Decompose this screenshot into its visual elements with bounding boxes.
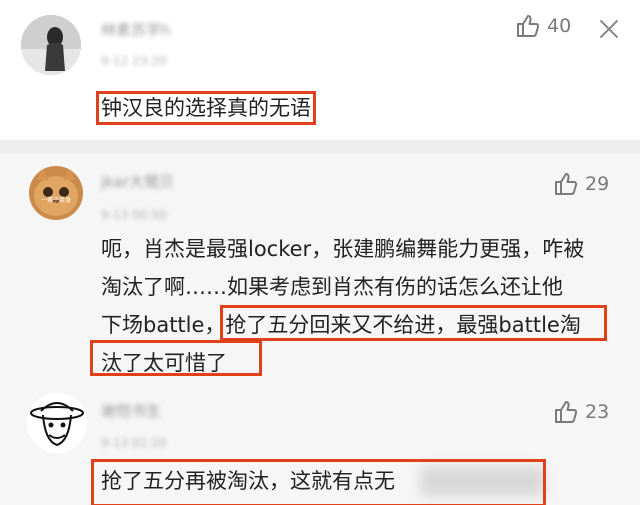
watermark-blur [420, 466, 545, 496]
like-button[interactable]: 29 [553, 171, 609, 197]
thumbs-up-icon [555, 401, 578, 423]
comment-item: 谢恺书生 9-13 01:20 23 抢了五分再被淘汰，这就有点无 [0, 384, 640, 505]
username[interactable]: 谢恺书生 [101, 400, 161, 421]
timestamp: 9-13 00:50 [101, 208, 167, 222]
text-line: 呃，肖杰是最强locker，张建鹏编舞能力更强，咋被 [101, 237, 585, 261]
divider [0, 140, 640, 154]
text-line: 汰了太可惜了 [101, 344, 584, 382]
comment-text: 呃，肖杰是最强locker，张建鹏编舞能力更强，咋被 淘汰了啊……如果考虑到肖杰… [101, 230, 584, 382]
highlighted-text: 钟汉良的选择真的无语 [96, 91, 316, 125]
comment-item: 林素苏学h 9-12 23:20 40 钟汉良的选择真的无语 [0, 0, 640, 140]
highlighted-text: 抢了五分再被淘汰，这就有点无 [101, 469, 395, 493]
like-count: 40 [547, 15, 572, 37]
text-segment: 下场battle， [101, 313, 226, 337]
text-line: 下场battle，抢了五分回来又不给进，最强battle淘 [101, 306, 584, 344]
text-line: 淘汰了啊……如果考虑到肖杰有伤的话怎么还让他 [101, 275, 563, 299]
comment-text: 钟汉良的选择真的无语 [96, 89, 316, 127]
avatar[interactable] [21, 15, 81, 75]
like-count: 29 [585, 173, 610, 195]
avatar[interactable] [27, 393, 87, 453]
highlighted-text: 汰了太可惜了 [101, 351, 227, 375]
highlighted-text: 抢了五分回来又不给进，最强battle淘 [225, 313, 581, 337]
like-button[interactable]: 40 [515, 13, 571, 39]
thumbs-up-icon [517, 15, 540, 37]
comment-text: 抢了五分再被淘汰，这就有点无 [101, 462, 395, 500]
username[interactable]: jkar大鹭贝 [101, 171, 174, 192]
avatar-caption: 一辈子单身 [40, 197, 71, 204]
avatar[interactable]: 一辈子单身 [29, 166, 83, 220]
thumbs-up-icon [555, 173, 578, 195]
like-count: 23 [585, 401, 610, 423]
timestamp: 9-12 23:20 [101, 54, 167, 68]
username[interactable]: 林素苏学h [101, 19, 171, 40]
comment-item: 一辈子单身 jkar大鹭贝 9-13 00:50 29 呃，肖杰是最强locke… [0, 154, 640, 384]
timestamp: 9-13 01:20 [101, 436, 167, 450]
close-x-icon[interactable] [598, 18, 620, 44]
like-button[interactable]: 23 [553, 399, 609, 425]
